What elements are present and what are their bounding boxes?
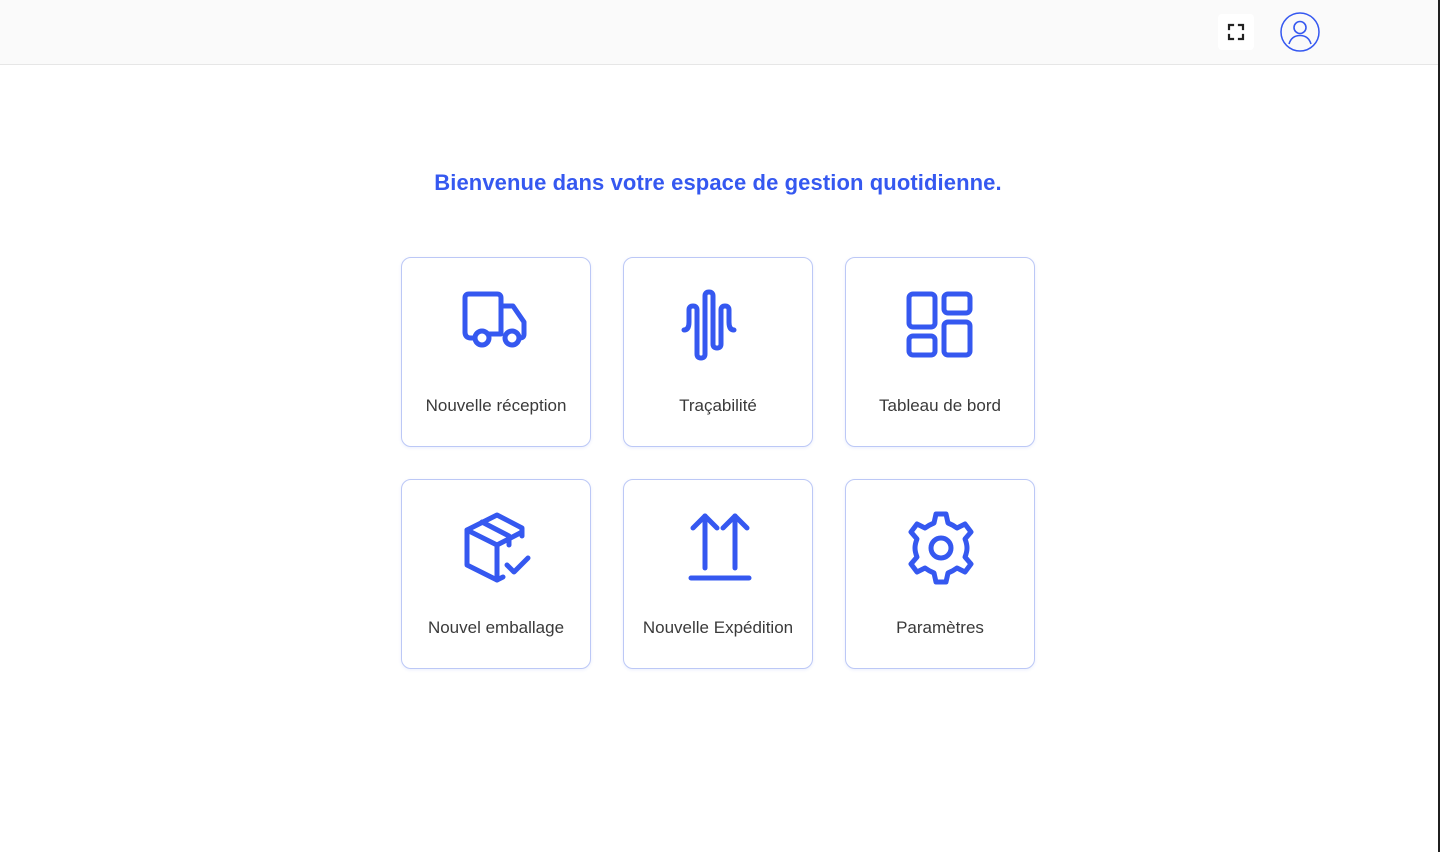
user-avatar-button[interactable] <box>1280 12 1320 52</box>
dashboard-icon <box>901 286 981 366</box>
fullscreen-icon <box>1227 23 1245 41</box>
arrows-up-icon <box>679 508 759 588</box>
tile-parametres[interactable]: Paramètres <box>845 479 1035 669</box>
tile-label: Paramètres <box>896 618 984 637</box>
tile-tracabilite[interactable]: Traçabilité <box>623 257 813 447</box>
tile-nouvelle-expedition[interactable]: Nouvelle Expédition <box>623 479 813 669</box>
tile-nouvelle-reception[interactable]: Nouvelle réception <box>401 257 591 447</box>
package-check-icon <box>457 508 537 588</box>
tile-nouvel-emballage[interactable]: Nouvel emballage <box>401 479 591 669</box>
waveform-icon <box>679 286 759 366</box>
welcome-heading: Bienvenue dans votre espace de gestion q… <box>434 170 1002 195</box>
top-bar <box>0 0 1438 65</box>
tile-label: Nouvel emballage <box>427 618 565 637</box>
tile-tableau-de-bord[interactable]: Tableau de bord <box>845 257 1035 447</box>
truck-icon <box>457 286 537 366</box>
gear-icon <box>901 508 981 588</box>
tile-label: Traçabilité <box>679 396 757 415</box>
page: Bienvenue dans votre espace de gestion q… <box>0 0 1440 852</box>
tile-label: Tableau de bord <box>879 396 1001 415</box>
shortcut-grid: Nouvelle réception Traçabilité Tableau d… <box>401 257 1035 669</box>
tile-label: Nouvelle Expédition <box>642 618 794 637</box>
user-avatar-icon <box>1280 12 1320 52</box>
tile-label: Nouvelle réception <box>425 396 567 415</box>
fullscreen-button[interactable] <box>1218 14 1254 50</box>
